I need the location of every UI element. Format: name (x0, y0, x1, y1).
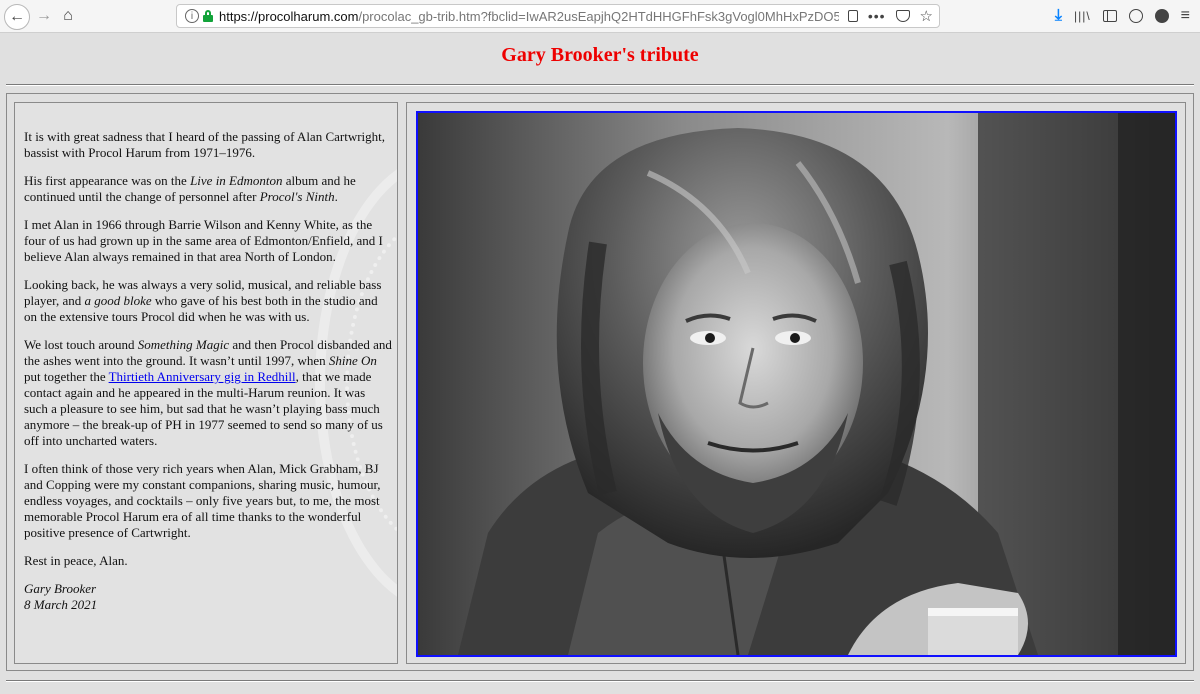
label-shine-on: Shine On (328, 353, 377, 368)
tribute-text: It is with great sadness that I heard of… (24, 129, 392, 625)
portrait-illustration (418, 113, 1175, 655)
toolbar-right: ⤓ |||\ ≡ (1055, 6, 1190, 26)
account-icon[interactable] (1128, 9, 1143, 23)
signature-name: Gary Brooker (24, 581, 97, 596)
arrow-left-icon: ← (9, 8, 25, 25)
url-actions: ••• ☆ (847, 7, 933, 25)
url-host: https://procolharum.com (219, 9, 359, 24)
url-bar[interactable]: i https://procolharum.com/procolac_gb-tr… (176, 4, 940, 28)
info-icon[interactable]: i (185, 9, 199, 23)
forward-button[interactable]: → (32, 4, 56, 28)
text-span: We lost touch around (24, 337, 138, 352)
sidebar-icon[interactable] (1102, 10, 1117, 22)
text-span: put together the (24, 369, 109, 384)
thirtieth-anniversary-link[interactable]: Thirtieth Anniversary gig in Redhill (109, 369, 296, 384)
page-title: Gary Brooker's tribute (501, 44, 699, 66)
paragraph-2: His first appearance was on the Live in … (24, 173, 392, 205)
reader-view-icon[interactable] (847, 10, 858, 22)
signature-date: 8 March 2021 (24, 597, 98, 612)
tribute-text-panel: It is with great sadness that I heard of… (14, 102, 398, 664)
home-icon: ⌂ (63, 7, 73, 24)
signature-block: Gary Brooker 8 March 2021 (24, 581, 392, 613)
alan-cartwright-photo (416, 111, 1177, 657)
url-text[interactable]: https://procolharum.com/procolac_gb-trib… (219, 9, 839, 25)
paragraph-6: I often think of those very rich years w… (24, 461, 381, 540)
bookmark-star-icon[interactable]: ☆ (920, 7, 933, 25)
browser-toolbar: ← → ⌂ i https://procolharum.com/procolac… (0, 0, 1200, 33)
pocket-icon[interactable] (895, 10, 910, 22)
library-icon[interactable]: |||\ (1074, 9, 1091, 23)
bottom-divider (6, 680, 1194, 682)
album-title-something-magic: Something Magic (137, 337, 230, 352)
hamburger-menu-icon[interactable]: ≡ (1181, 7, 1190, 25)
paragraph-5: We lost touch around Something Magic and… (24, 337, 392, 449)
url-path: /procolac_gb-trib.htm?fbclid=IwAR2usEapj… (358, 9, 839, 24)
album-title-procols-ninth: Procol's Ninth (259, 189, 335, 204)
paragraph-4: Looking back, he was always a very solid… (24, 277, 392, 325)
lock-icon[interactable] (203, 10, 213, 22)
paragraph-7: Rest in peace, Alan. (24, 553, 128, 568)
back-button[interactable]: ← (4, 4, 30, 30)
download-icon[interactable]: ⤓ (1055, 7, 1062, 25)
paragraph-1: It is with great sadness that I heard of… (24, 129, 386, 160)
text-span: His first appearance was on the (24, 173, 191, 188)
top-divider (6, 84, 1194, 86)
page-actions-button[interactable]: ••• (868, 8, 886, 24)
extension-icon[interactable] (1154, 9, 1169, 23)
text-span: . (334, 189, 338, 204)
arrow-right-icon: → (36, 7, 52, 24)
paragraph-3: I met Alan in 1966 through Barrie Wilson… (24, 217, 383, 264)
emphasis-good-bloke: a good bloke (84, 293, 152, 308)
home-button[interactable]: ⌂ (56, 4, 80, 28)
album-title-live-in-edmonton: Live in Edmonton (190, 173, 283, 188)
